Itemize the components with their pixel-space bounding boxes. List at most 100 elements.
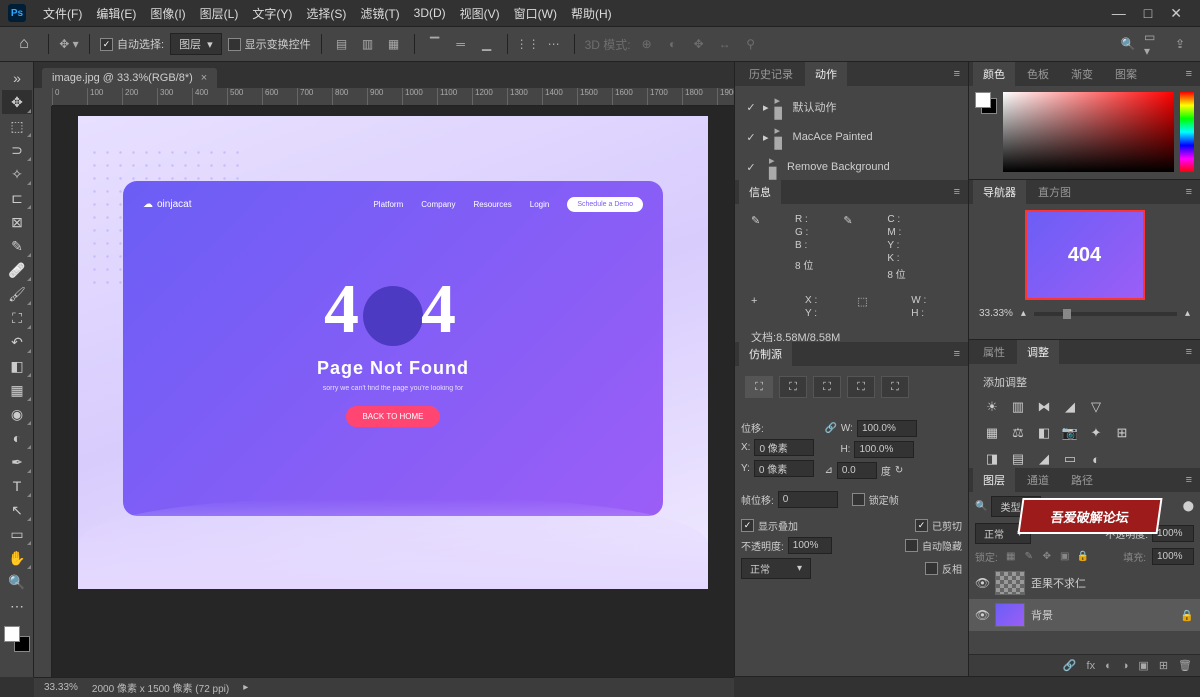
menu-help[interactable]: 帮助(H): [564, 5, 619, 22]
show-transform-checkbox[interactable]: [228, 38, 241, 51]
hue-slider[interactable]: [1180, 92, 1194, 172]
collapse-toolbox-icon[interactable]: »: [2, 66, 32, 90]
patterns-tab[interactable]: 图案: [1105, 62, 1147, 86]
blur-tool[interactable]: ◉: [2, 402, 32, 426]
align-left-icon[interactable]: ▤: [332, 34, 352, 54]
swatches-tab[interactable]: 色板: [1017, 62, 1059, 86]
clone-source-3[interactable]: ⛶: [813, 376, 841, 398]
ruler-horizontal[interactable]: 0100200300400500600700800900100011001200…: [52, 88, 734, 106]
share-icon[interactable]: ⇪: [1170, 34, 1190, 54]
invert-checkbox[interactable]: [925, 562, 938, 575]
action-item[interactable]: ✓▸▸ ▉MacAce Painted: [741, 122, 962, 152]
shape-tool[interactable]: ▭: [2, 522, 32, 546]
clone-source-1[interactable]: ⛶: [745, 376, 773, 398]
dodge-tool[interactable]: ◐: [2, 426, 32, 450]
info-tab[interactable]: 信息: [739, 180, 781, 204]
menu-image[interactable]: 图像(I): [143, 5, 192, 22]
canvas[interactable]: ☁ oinjacat Platform Company Resources Lo…: [52, 106, 734, 677]
gradient-map-icon[interactable]: ▭: [1061, 450, 1079, 468]
clone-opacity-input[interactable]: [788, 537, 832, 554]
paths-tab[interactable]: 路径: [1061, 468, 1103, 492]
link-layers-icon[interactable]: 🔗: [1063, 659, 1077, 672]
zoom-in-icon[interactable]: ▴: [1185, 308, 1190, 319]
panel-menu-icon[interactable]: ≡: [950, 68, 964, 80]
align-top-icon[interactable]: ▔: [425, 34, 445, 54]
menu-edit[interactable]: 编辑(E): [89, 5, 143, 22]
hue-sat-icon[interactable]: ▦: [983, 424, 1001, 442]
more-options-icon[interactable]: ⋯: [544, 34, 564, 54]
workspace-icon[interactable]: ▭ ▾: [1144, 34, 1164, 54]
frame-offset-input[interactable]: [778, 491, 838, 508]
layer-mask-icon[interactable]: ◐: [1105, 660, 1112, 672]
auto-select-checkbox[interactable]: [100, 38, 113, 51]
color-field[interactable]: [1003, 92, 1174, 172]
panel-menu-icon[interactable]: ≡: [1182, 68, 1196, 80]
distribute-icon[interactable]: ⋮⋮: [518, 34, 538, 54]
path-selection-tool[interactable]: ↖: [2, 498, 32, 522]
panel-menu-icon[interactable]: ≡: [950, 348, 964, 360]
zoom-slider[interactable]: [1034, 312, 1177, 316]
show-overlay-checkbox[interactable]: [741, 519, 754, 532]
align-bottom-icon[interactable]: ▁: [477, 34, 497, 54]
eraser-tool[interactable]: ◧: [2, 354, 32, 378]
auto-hide-checkbox[interactable]: [905, 539, 918, 552]
marquee-tool[interactable]: ⬚: [2, 114, 32, 138]
navigator-thumbnail[interactable]: 404: [1025, 210, 1145, 300]
brush-tool[interactable]: 🖌: [2, 282, 32, 306]
type-tool[interactable]: T: [2, 474, 32, 498]
actions-tab[interactable]: 动作: [805, 62, 847, 86]
panel-menu-icon[interactable]: ≡: [950, 186, 964, 198]
threshold-icon[interactable]: ◢: [1035, 450, 1053, 468]
panel-menu-icon[interactable]: ≡: [1182, 474, 1196, 486]
new-group-icon[interactable]: ▣: [1138, 659, 1148, 672]
search-icon[interactable]: 🔍: [1118, 34, 1138, 54]
status-arrow-icon[interactable]: ▸: [243, 682, 248, 693]
menu-view[interactable]: 视图(V): [453, 5, 507, 22]
layer-name[interactable]: 歪果不求仁: [1031, 575, 1086, 591]
clone-h-input[interactable]: [854, 441, 914, 458]
filter-toggle[interactable]: ⬤: [1183, 501, 1194, 512]
menu-3d[interactable]: 3D(D): [407, 6, 453, 20]
new-adjustment-icon[interactable]: ◑: [1122, 660, 1129, 672]
adjustments-tab[interactable]: 调整: [1017, 340, 1059, 364]
posterize-icon[interactable]: ▤: [1009, 450, 1027, 468]
edit-toolbar-icon[interactable]: ⋯: [2, 594, 32, 618]
clipped-checkbox[interactable]: [915, 519, 928, 532]
clone-source-5[interactable]: ⛶: [881, 376, 909, 398]
invert-icon[interactable]: ◨: [983, 450, 1001, 468]
menu-window[interactable]: 窗口(W): [507, 5, 564, 22]
gradient-tool[interactable]: ▦: [2, 378, 32, 402]
menu-layer[interactable]: 图层(L): [193, 5, 246, 22]
bw-icon[interactable]: ◧: [1035, 424, 1053, 442]
frame-tool[interactable]: ⊠: [2, 210, 32, 234]
menu-type[interactable]: 文字(Y): [245, 5, 299, 22]
panel-menu-icon[interactable]: ≡: [1182, 186, 1196, 198]
gradient-tab[interactable]: 渐变: [1061, 62, 1103, 86]
clone-blend-dropdown[interactable]: 正常▾: [741, 558, 811, 579]
align-right-icon[interactable]: ▦: [384, 34, 404, 54]
menu-select[interactable]: 选择(S): [299, 5, 353, 22]
clone-x-input[interactable]: [754, 439, 814, 456]
crop-tool[interactable]: ⊏: [2, 186, 32, 210]
menu-file[interactable]: 文件(F): [36, 5, 89, 22]
close-tab-icon[interactable]: ×: [201, 72, 207, 84]
lock-all-icon[interactable]: 🔒: [1076, 551, 1090, 562]
layer-thumbnail[interactable]: [995, 603, 1025, 627]
minimize-button[interactable]: —: [1112, 5, 1126, 22]
maximize-button[interactable]: □: [1144, 5, 1152, 22]
color-swatches[interactable]: [4, 626, 30, 652]
link-icon[interactable]: 🔗: [824, 423, 836, 434]
layer-thumbnail[interactable]: [995, 571, 1025, 595]
layer-style-icon[interactable]: fx: [1087, 660, 1096, 672]
color-tab[interactable]: 颜色: [973, 62, 1015, 86]
status-zoom[interactable]: 33.33%: [44, 682, 78, 693]
hand-tool[interactable]: ✋: [2, 546, 32, 570]
layer-row[interactable]: 👁 歪果不求仁: [969, 567, 1200, 599]
levels-icon[interactable]: ▥: [1009, 398, 1027, 416]
curves-icon[interactable]: ⧓: [1035, 398, 1053, 416]
channels-tab[interactable]: 通道: [1017, 468, 1059, 492]
foreground-color[interactable]: [4, 626, 20, 642]
eyedropper-tool[interactable]: ✎: [2, 234, 32, 258]
action-item[interactable]: ✓ ▸ ▉Remove Background: [741, 152, 962, 182]
clone-source-4[interactable]: ⛶: [847, 376, 875, 398]
